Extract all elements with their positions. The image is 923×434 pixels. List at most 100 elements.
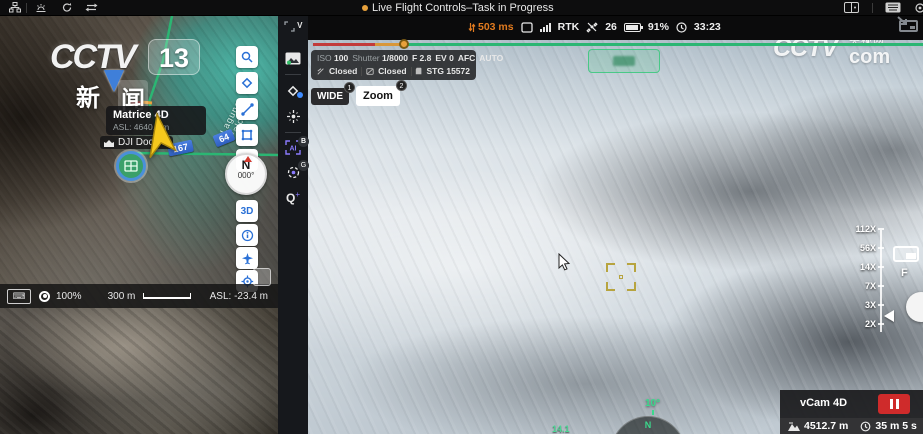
dock-icon	[104, 139, 114, 147]
battery-icon	[624, 23, 641, 32]
mission-progress-red	[313, 43, 375, 46]
mouse-cursor	[558, 253, 571, 276]
secondary-video-feed[interactable]	[0, 308, 278, 434]
magnifier-q: Q	[286, 191, 295, 205]
camera-crosshair-reticle	[606, 263, 636, 291]
map-polygon-button[interactable]	[236, 124, 258, 146]
transfer-icon[interactable]	[85, 2, 98, 14]
map-asl-value: ASL: -23.4 m	[210, 291, 268, 302]
latency-value: 503 ms	[478, 21, 514, 33]
camera-settings-panel[interactable]: ISO 100 Shutter 1/8000 F 2.8 EV 0 AFC AU…	[311, 50, 476, 80]
f-shortcut-label: F	[901, 267, 908, 279]
remote-controller-icon	[521, 22, 533, 33]
map-3d-toggle-button[interactable]: 3D	[236, 200, 258, 222]
iso-label: ISO	[317, 53, 332, 63]
zoom-level-label: 56X	[838, 243, 876, 253]
aperture-value: F 2.8	[412, 53, 431, 63]
split-window-icon[interactable]	[844, 2, 859, 14]
zoom-lens-button[interactable]: Zoom	[356, 86, 400, 106]
picture-in-picture-resize-icon[interactable]	[896, 15, 920, 37]
alarm-icon[interactable]	[35, 2, 47, 14]
zoom-magnifier-icon[interactable]: Q+	[278, 190, 308, 205]
waypoint-mode-icon[interactable]	[278, 82, 308, 100]
keyboard-shortcut-icon[interactable]: ⌨	[7, 289, 31, 304]
view-label: V	[297, 21, 302, 30]
zoom-current-marker[interactable]	[884, 310, 894, 322]
rtk-label: RTK	[558, 21, 580, 33]
sitemap-icon[interactable]	[9, 2, 21, 14]
rail-divider	[285, 132, 301, 133]
primary-video-feed[interactable]: 503 ms RTK 26 91% 33:23 CCTV 央视网 com	[308, 16, 923, 434]
media-library-icon[interactable]	[278, 50, 308, 68]
map-scale-value: 300 m	[108, 291, 136, 302]
ai-detect-icon[interactable]: AI B	[278, 140, 308, 155]
gear-icon[interactable]	[914, 2, 923, 15]
shade-right-state: Closed	[378, 66, 406, 76]
altitude-icon	[788, 422, 800, 431]
flight-time-icon	[860, 421, 871, 432]
drone-position-arrow[interactable]	[142, 112, 178, 163]
sync-icon[interactable]	[61, 2, 73, 14]
clock-icon	[676, 22, 687, 33]
right-edge-control-button[interactable]	[906, 292, 923, 322]
storage-remaining: STG 15572	[427, 66, 470, 76]
mission-progress-marker[interactable]	[399, 39, 409, 49]
rail-divider	[285, 74, 301, 75]
attitude-compass-north: N	[611, 420, 685, 430]
map-info-button[interactable]	[236, 224, 258, 246]
wide-lens-button[interactable]: WIDE	[311, 88, 349, 105]
mission-progress-green	[404, 43, 923, 46]
window-title: Live Flight Controls–Task in Progress	[372, 2, 554, 14]
map-fullscreen-button[interactable]	[253, 268, 271, 286]
shortcut-badge-b: B	[298, 136, 309, 147]
attitude-compass: N	[610, 416, 686, 434]
vcam-panel: vCam 4D 4512.7 m 35 m 5 s	[780, 390, 923, 434]
iso-value: 100	[334, 53, 348, 63]
zoom-level-label: 7X	[838, 281, 876, 291]
latency-arrows-icon	[468, 22, 476, 33]
map-waypoint-button[interactable]	[236, 72, 258, 94]
map-scale-bar	[143, 293, 191, 299]
precision-spray-icon[interactable]	[278, 108, 308, 126]
wide-lens-badge: 1	[344, 82, 355, 93]
zoom-lens-badge: 2	[396, 80, 407, 91]
window-title-bar: Live Flight Controls–Task in Progress	[0, 0, 923, 16]
watermark-com-text: com	[849, 47, 890, 67]
cctv-channel-badge: 13	[148, 39, 200, 75]
exposure-mode: AUTO	[479, 53, 503, 63]
toolbar-divider	[872, 3, 873, 13]
satellite-icon	[586, 22, 598, 33]
vcam-title: vCam 4D	[800, 397, 847, 409]
keyboard-icon[interactable]	[885, 2, 901, 14]
minimap-toggle-icon[interactable]	[893, 246, 919, 262]
shutter-value: 1/8000	[382, 53, 408, 63]
vcam-duration: 35 m 5 s	[875, 420, 916, 432]
ev-value: EV 0	[435, 53, 453, 63]
pause-button[interactable]	[878, 394, 910, 414]
task-status-dot	[362, 5, 368, 11]
mission-clock: 33:23	[694, 21, 721, 33]
zoom-level-label: 14X	[838, 262, 876, 272]
map-compass[interactable]: N 000°	[225, 153, 267, 195]
map-aircraft-center-button[interactable]	[236, 247, 258, 269]
cctv-subtitle-1: 新	[76, 78, 100, 113]
latency-readout: 503 ms	[468, 21, 514, 33]
map-polyline-button[interactable]	[236, 98, 258, 120]
zoom-level-label: 3X	[838, 300, 876, 310]
satellite-count: 26	[605, 21, 617, 33]
vcam-telemetry-bar: 4512.7 m 35 m 5 s	[780, 418, 923, 434]
map-footer-bar: ⌨ 100% 300 m ASL: -23.4 m	[0, 284, 278, 308]
viewport-expand-icon[interactable]: V	[278, 21, 308, 32]
record-indicator-icon[interactable]	[39, 291, 50, 302]
focus-mode: AFC	[458, 53, 475, 63]
shade-closed-icon	[317, 67, 325, 76]
compass-north-tick	[244, 156, 252, 162]
cctv-watermark-logo: CCTV 13 新 闻	[50, 38, 135, 77]
vcam-altitude: 4512.7 m	[804, 420, 848, 432]
storage-card-icon	[415, 66, 422, 76]
target-lock-icon[interactable]: G	[278, 164, 308, 182]
hud-status-bar: 503 ms RTK 26 91% 33:23	[468, 21, 721, 33]
map-panel[interactable]: Laguna Palca CCTV 13 新 闻 Matrice 4D ASL:…	[0, 16, 278, 308]
heading-tick	[652, 410, 654, 415]
map-search-button[interactable]	[236, 46, 258, 68]
